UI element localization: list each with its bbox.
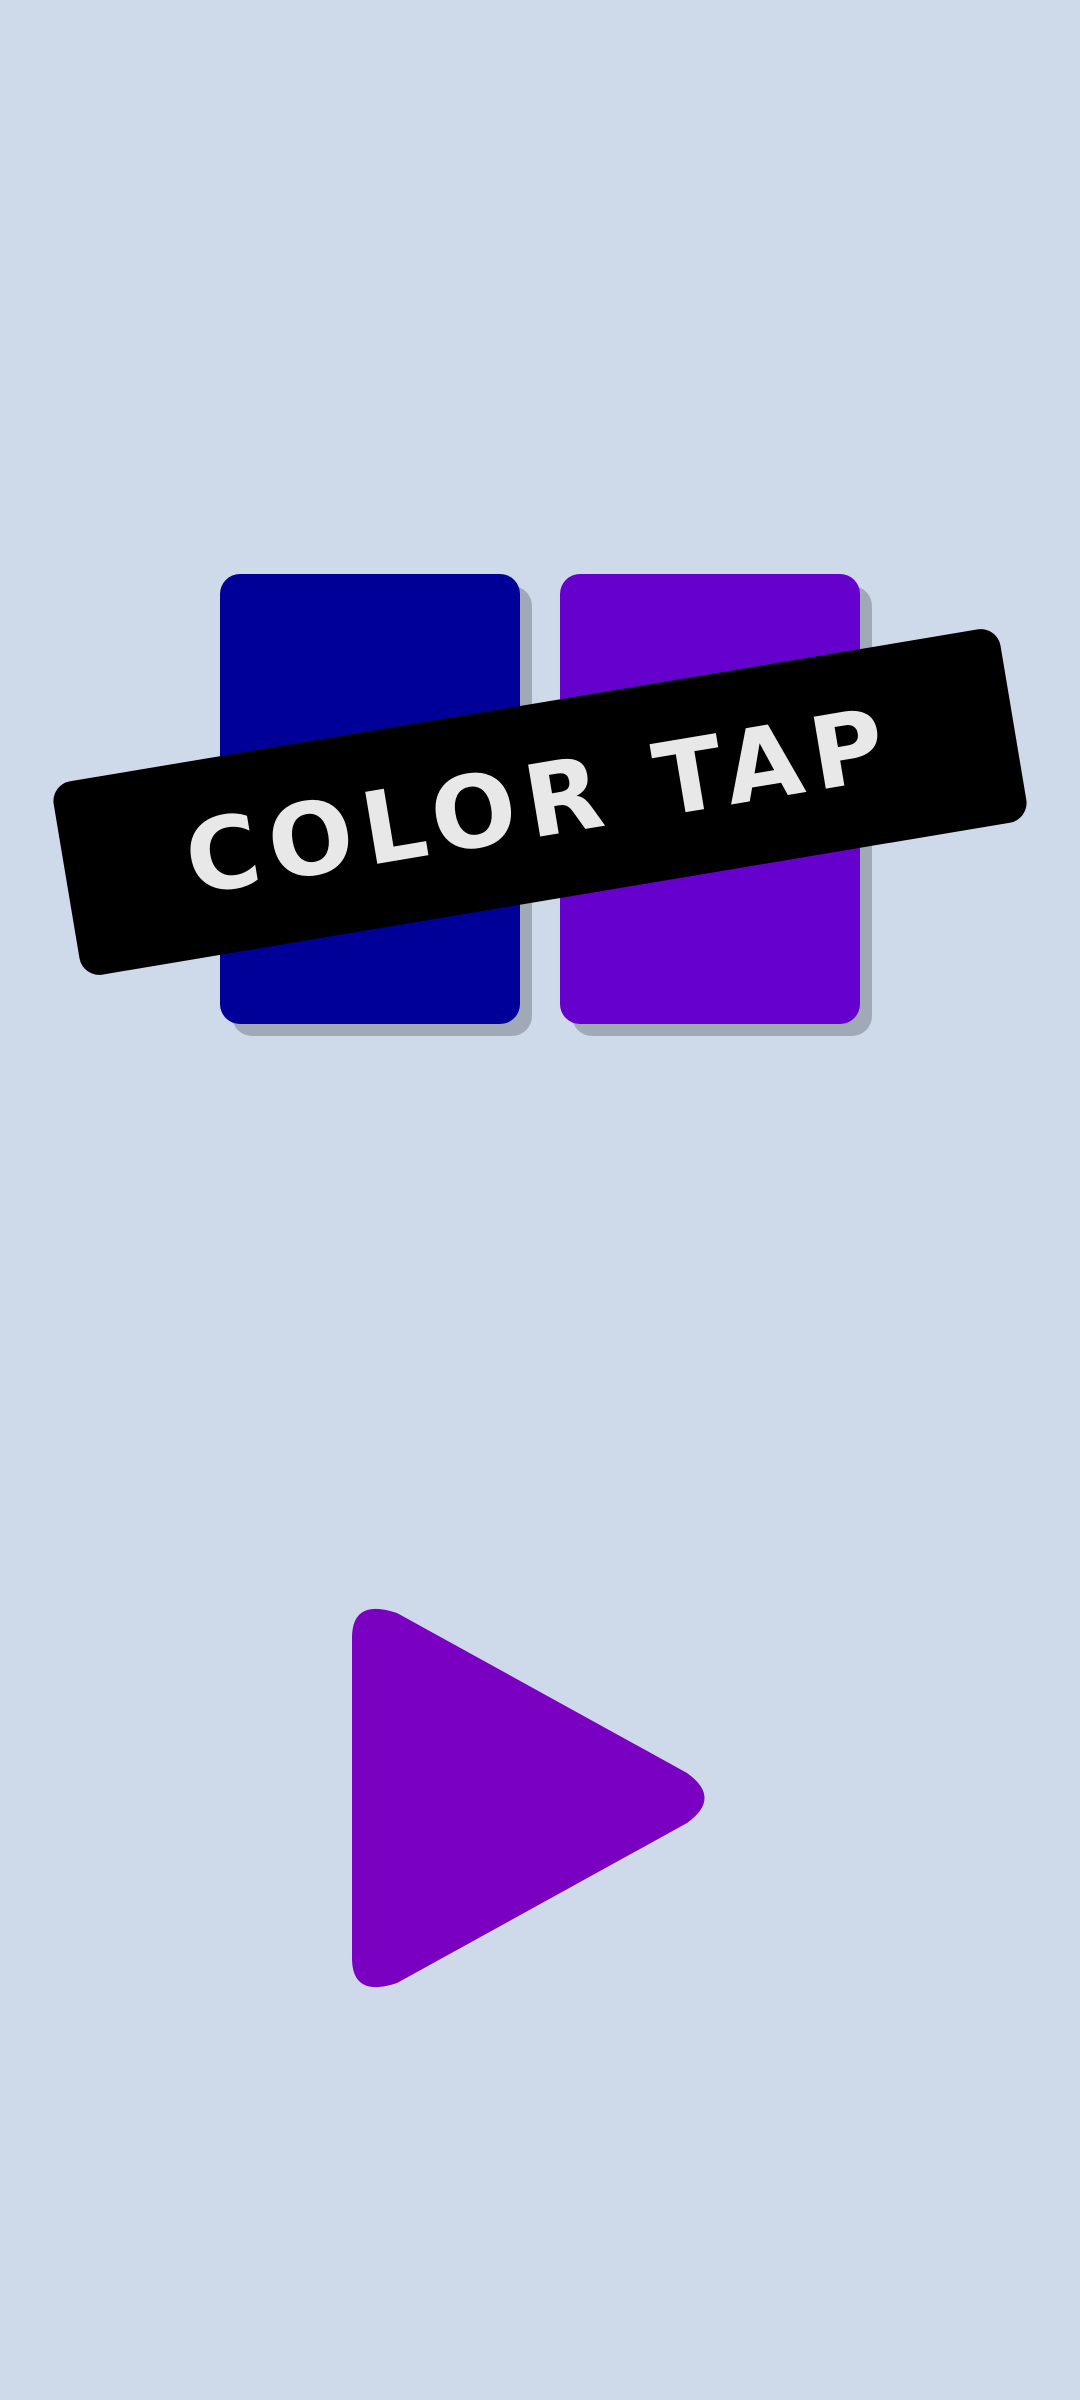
play-icon <box>352 1608 705 1988</box>
play-button[interactable] <box>352 1598 732 1998</box>
title-banner: COLOR TAP <box>50 626 1030 978</box>
game-start-screen: COLOR TAP <box>0 0 1080 2400</box>
